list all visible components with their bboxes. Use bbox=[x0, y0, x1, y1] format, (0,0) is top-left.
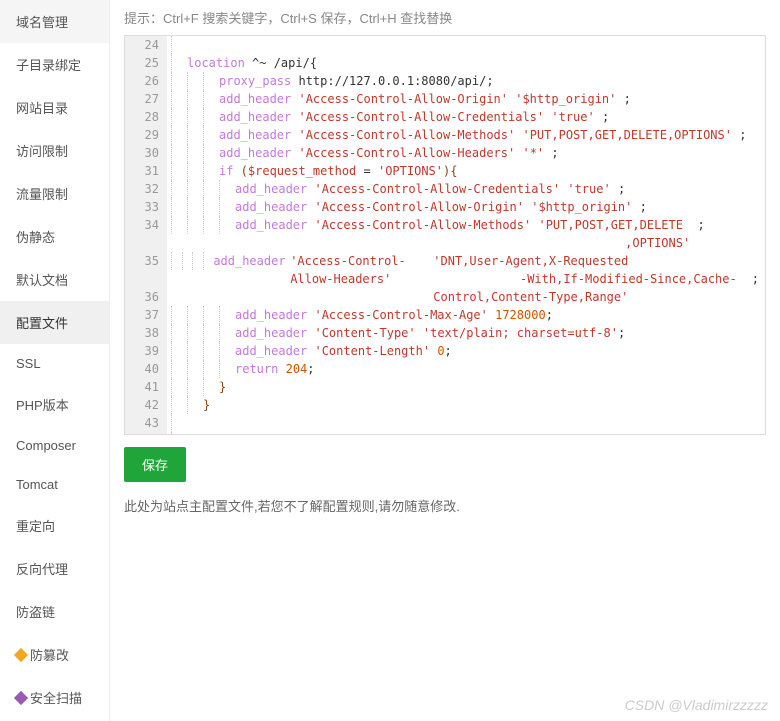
code-line[interactable]: } bbox=[171, 378, 761, 396]
sidebar-item-sitedir[interactable]: 网站目录 bbox=[0, 86, 109, 129]
sidebar-item-label: 域名管理 bbox=[16, 12, 68, 31]
sidebar-item-config[interactable]: 配置文件 bbox=[0, 301, 109, 344]
sidebar-item-tomcat[interactable]: Tomcat bbox=[0, 465, 109, 504]
code-line[interactable]: add_header 'Access-Control-Max-Age' 1728… bbox=[171, 306, 761, 324]
code-line[interactable]: add_header 'Access-Control-Allow-Credent… bbox=[171, 108, 761, 126]
code-line[interactable] bbox=[171, 414, 761, 432]
code-line[interactable]: add_header 'Content-Type' 'text/plain; c… bbox=[171, 324, 761, 342]
sidebar-item-label: SSL bbox=[16, 356, 41, 371]
sidebar-item-label: Composer bbox=[16, 438, 76, 453]
sidebar-item-composer[interactable]: Composer bbox=[0, 426, 109, 465]
code-line[interactable]: add_header 'Access-Control-Allow-Headers… bbox=[171, 144, 761, 162]
sidebar-item-label: 子目录绑定 bbox=[16, 55, 81, 74]
code-line[interactable]: add_header 'Access-Control-Allow-Headers… bbox=[171, 252, 761, 306]
sidebar-item-trafficlimit[interactable]: 流量限制 bbox=[0, 172, 109, 215]
code-line[interactable]: add_header 'Access-Control-Allow-Origin'… bbox=[171, 90, 761, 108]
sidebar-item-hotlink[interactable]: 防盗链 bbox=[0, 590, 109, 633]
sidebar-item-label: 默认文档 bbox=[16, 270, 68, 289]
sidebar-item-tamper[interactable]: 防篡改 bbox=[0, 633, 109, 676]
sidebar-item-label: Tomcat bbox=[16, 477, 58, 492]
sidebar-item-ssl[interactable]: SSL bbox=[0, 344, 109, 383]
watermark: CSDN @Vladimirzzzzz bbox=[625, 697, 768, 713]
config-editor[interactable]: 2425262728293031323334353637383940414243… bbox=[124, 35, 766, 435]
code-line[interactable]: add_header 'Access-Control-Allow-Methods… bbox=[171, 126, 761, 144]
sidebar: 域名管理子目录绑定网站目录访问限制流量限制伪静态默认文档配置文件 SSL PHP版本… bbox=[0, 0, 110, 721]
diamond-orange-icon bbox=[14, 647, 28, 661]
sidebar-item-label: 伪静态 bbox=[16, 227, 55, 246]
sidebar-item-accesslimit[interactable]: 访问限制 bbox=[0, 129, 109, 172]
sidebar-item-rewrite[interactable]: 伪静态 bbox=[0, 215, 109, 258]
code-line[interactable]: add_header 'Access-Control-Allow-Credent… bbox=[171, 180, 761, 198]
sidebar-item-label: 重定向 bbox=[16, 516, 55, 535]
sidebar-item-phpver[interactable]: PHP版本 bbox=[0, 383, 109, 426]
sidebar-item-scan[interactable]: 安全扫描 bbox=[0, 676, 109, 719]
note-text: 此处为站点主配置文件,若您不了解配置规则,请勿随意修改. bbox=[124, 496, 766, 515]
sidebar-item-label: 配置文件 bbox=[16, 313, 68, 332]
sidebar-item-redirect[interactable]: 重定向 bbox=[0, 504, 109, 547]
code-line[interactable]: add_header 'Access-Control-Allow-Origin'… bbox=[171, 198, 761, 216]
sidebar-item-label: 安全扫描 bbox=[30, 688, 82, 707]
sidebar-item-label: 防篡改 bbox=[30, 645, 69, 664]
code-line[interactable]: proxy_pass http://127.0.0.1:8080/api/; bbox=[171, 72, 761, 90]
sidebar-item-domain[interactable]: 域名管理 bbox=[0, 0, 109, 43]
sidebar-item-subdir[interactable]: 子目录绑定 bbox=[0, 43, 109, 86]
save-button[interactable]: 保存 bbox=[124, 447, 186, 482]
code-line[interactable]: #禁止访问的文件或目录 bbox=[171, 432, 761, 435]
diamond-purple-icon bbox=[14, 690, 28, 704]
line-gutter: 2425262728293031323334353637383940414243 bbox=[125, 36, 167, 435]
code-area[interactable]: location ^~ /api/{proxy_pass http://127.… bbox=[167, 36, 765, 435]
code-line[interactable]: add_header 'Access-Control-Allow-Methods… bbox=[171, 216, 761, 252]
sidebar-item-label: 网站目录 bbox=[16, 98, 68, 117]
code-line[interactable]: } bbox=[171, 396, 761, 414]
code-line[interactable] bbox=[171, 36, 761, 54]
code-line[interactable]: location ^~ /api/{ bbox=[171, 54, 761, 72]
sidebar-item-defaultdoc[interactable]: 默认文档 bbox=[0, 258, 109, 301]
code-line[interactable]: add_header 'Content-Length' 0; bbox=[171, 342, 761, 360]
code-line[interactable]: return 204; bbox=[171, 360, 761, 378]
sidebar-item-label: 防盗链 bbox=[16, 602, 55, 621]
code-line[interactable]: if ($request_method = 'OPTIONS'){ bbox=[171, 162, 761, 180]
main-panel: 提示：Ctrl+F 搜索关键字，Ctrl+S 保存，Ctrl+H 查找替换 24… bbox=[110, 0, 780, 721]
sidebar-item-label: 反向代理 bbox=[16, 559, 68, 578]
sidebar-item-label: PHP版本 bbox=[16, 395, 69, 414]
sidebar-item-proxy[interactable]: 反向代理 bbox=[0, 547, 109, 590]
sidebar-item-label: 访问限制 bbox=[16, 141, 68, 160]
sidebar-item-label: 流量限制 bbox=[16, 184, 68, 203]
hint-text: 提示：Ctrl+F 搜索关键字，Ctrl+S 保存，Ctrl+H 查找替换 bbox=[124, 8, 766, 27]
